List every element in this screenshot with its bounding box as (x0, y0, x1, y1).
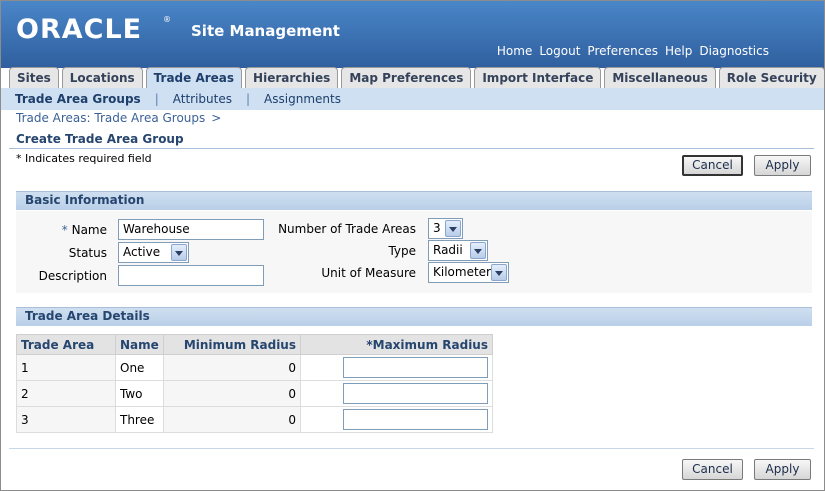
cell-max-radius (300, 354, 493, 381)
description-field[interactable] (118, 265, 264, 286)
subtabs: Trade Area Groups | Attributes | Assignm… (15, 92, 341, 106)
cancel-button-top[interactable]: Cancel (682, 155, 743, 176)
global-links: Home Logout Preferences Help Diagnostics (490, 44, 769, 58)
cell-trade-area: 3 (16, 406, 116, 433)
header-band: ORACLE ® Site Management Home Logout Pre… (1, 1, 824, 68)
col-max-radius: *Maximum Radius (300, 334, 493, 355)
tab-locations[interactable]: Locations (61, 67, 143, 88)
details-header: Trade Area Details (16, 307, 812, 326)
name-label: * Name (59, 223, 107, 237)
tab-hierarchies[interactable]: Hierarchies (245, 67, 339, 88)
cell-name: Three (115, 406, 164, 433)
table-row: 1 One 0 (16, 354, 493, 381)
name-label-text: Name (71, 223, 107, 237)
max-radius-input[interactable] (343, 383, 488, 404)
type-value: Radii (433, 243, 463, 257)
subtab-assignments[interactable]: Assignments (264, 92, 341, 106)
col-trade-area: Trade Area (16, 334, 116, 355)
tab-trade-areas[interactable]: Trade Areas (145, 67, 243, 88)
chevron-down-icon (171, 244, 187, 261)
uom-select[interactable]: Kilometer (428, 262, 509, 283)
tab-import-interface[interactable]: Import Interface (474, 67, 602, 88)
status-value: Active (123, 245, 161, 259)
help-link[interactable]: Help (665, 44, 692, 58)
cell-min-radius: 0 (163, 354, 301, 381)
cancel-button-bottom[interactable]: Cancel (682, 459, 743, 480)
max-radius-input[interactable] (343, 357, 488, 378)
preferences-link[interactable]: Preferences (587, 44, 658, 58)
logout-link[interactable]: Logout (539, 44, 580, 58)
table-row: 2 Two 0 (16, 380, 493, 407)
page-title: Create Trade Area Group (16, 132, 184, 146)
cell-max-radius (300, 380, 493, 407)
basic-info-header: Basic Information (16, 191, 812, 210)
tab-map-preferences[interactable]: Map Preferences (341, 67, 472, 88)
type-select[interactable]: Radii (428, 240, 488, 261)
cell-name: One (115, 354, 164, 381)
apply-button-bottom[interactable]: Apply (754, 459, 811, 480)
uom-label: Unit of Measure (321, 266, 416, 280)
cell-max-radius (300, 406, 493, 433)
subtab-trade-area-groups[interactable]: Trade Area Groups (15, 92, 141, 106)
cell-trade-area: 1 (16, 354, 116, 381)
cell-min-radius: 0 (163, 380, 301, 407)
basic-info-title: Basic Information (25, 193, 145, 207)
num-trade-areas-label: Number of Trade Areas (278, 222, 416, 236)
type-label: Type (388, 244, 416, 258)
uom-value: Kilometer (433, 265, 491, 279)
chevron-down-icon (491, 264, 507, 281)
tab-role-security[interactable]: Role Security (718, 67, 824, 88)
bottom-divider (9, 448, 814, 449)
breadcrumb-arrow: > (211, 111, 222, 125)
breadcrumb: Trade Areas: Trade Area Groups > (16, 111, 221, 125)
table-row: 3 Three 0 (16, 406, 493, 433)
chevron-down-icon (470, 242, 486, 259)
breadcrumb-link[interactable]: Trade Areas: Trade Area Groups (16, 111, 205, 125)
max-radius-input[interactable] (343, 409, 488, 430)
registered-mark: ® (163, 15, 171, 24)
subtab-separator: | (246, 92, 251, 106)
col-name: Name (115, 334, 164, 355)
cell-name: Two (115, 380, 164, 407)
details-title: Trade Area Details (25, 309, 150, 323)
tab-sites[interactable]: Sites (9, 67, 59, 88)
app-window: ORACLE ® Site Management Home Logout Pre… (0, 0, 825, 491)
diagnostics-link[interactable]: Diagnostics (699, 44, 769, 58)
tab-miscellaneous[interactable]: Miscellaneous (604, 67, 716, 88)
cell-min-radius: 0 (163, 406, 301, 433)
col-max-radius-text: Maximum Radius (372, 337, 488, 352)
name-field[interactable]: Warehouse (118, 219, 264, 240)
status-select[interactable]: Active (118, 242, 189, 263)
num-trade-areas-select[interactable]: 3 (428, 218, 463, 239)
subtab-separator: | (154, 92, 159, 106)
required-note: * Indicates required field (16, 152, 152, 165)
subtab-attributes[interactable]: Attributes (173, 92, 232, 106)
description-label: Description (38, 269, 107, 283)
home-link[interactable]: Home (497, 44, 532, 58)
oracle-logo: ORACLE (16, 14, 143, 45)
main-tabs: Sites Locations Trade Areas Hierarchies … (9, 67, 824, 88)
title-divider (9, 148, 814, 149)
chevron-down-icon (445, 220, 461, 237)
num-trade-areas-value: 3 (433, 221, 441, 235)
cell-trade-area: 2 (16, 380, 116, 407)
apply-button-top[interactable]: Apply (754, 155, 811, 176)
trade-area-table: Trade Area Name Minimum Radius *Maximum … (16, 334, 493, 433)
col-min-radius: Minimum Radius (163, 334, 301, 355)
required-star: * (61, 223, 68, 237)
table-header-row: Trade Area Name Minimum Radius *Maximum … (16, 334, 493, 355)
app-title: Site Management (191, 22, 340, 40)
status-label: Status (68, 246, 107, 260)
